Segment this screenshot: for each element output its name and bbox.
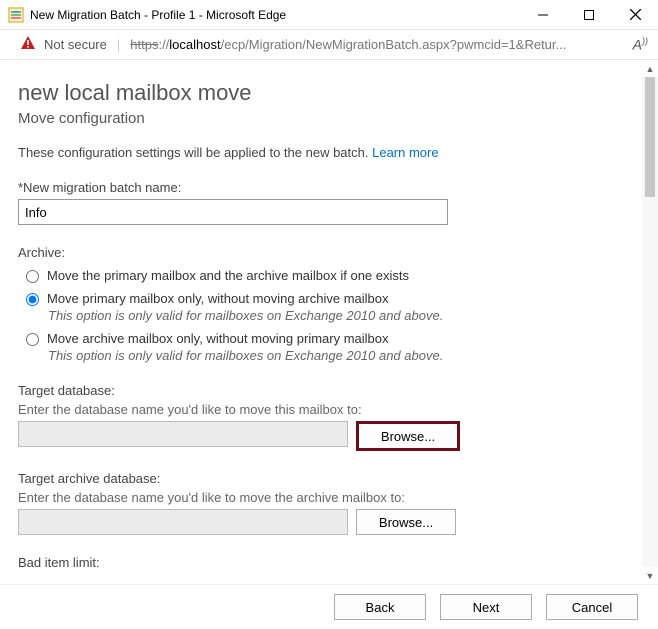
url-path: /ecp/Migration/NewMigrationBatch.aspx?pw… — [221, 37, 567, 52]
learn-more-link[interactable]: Learn more — [372, 145, 438, 160]
app-icon — [8, 7, 24, 23]
bad-item-section: Bad item limit: — [18, 555, 632, 570]
batch-name-section: *New migration batch name: — [18, 180, 632, 225]
archive-radio[interactable] — [26, 270, 39, 283]
archive-option-hint: This option is only valid for mailboxes … — [48, 308, 632, 323]
archive-section: Archive: Move the primary mailbox and th… — [18, 245, 632, 363]
back-button[interactable]: Back — [334, 594, 426, 620]
archive-option-label: Move the primary mailbox and the archive… — [47, 268, 409, 283]
window-controls — [520, 0, 658, 29]
batch-name-input[interactable] — [18, 199, 448, 225]
wizard-footer: Back Next Cancel — [0, 584, 658, 629]
window-titlebar: New Migration Batch - Profile 1 - Micros… — [0, 0, 658, 30]
target-archive-db-help: Enter the database name you'd like to mo… — [18, 490, 632, 505]
maximize-button[interactable] — [566, 0, 612, 29]
scroll-track[interactable] — [642, 77, 658, 567]
batch-name-label: *New migration batch name: — [18, 180, 632, 195]
archive-option-label: Move archive mailbox only, without movin… — [47, 331, 389, 346]
archive-option-label: Move primary mailbox only, without movin… — [47, 291, 389, 306]
scroll-down-icon[interactable]: ▼ — [642, 567, 658, 584]
target-archive-db-label: Target archive database: — [18, 471, 632, 486]
url-host: localhost — [169, 37, 220, 52]
next-button[interactable]: Next — [440, 594, 532, 620]
scroll-up-icon[interactable]: ▲ — [642, 60, 658, 77]
archive-option-hint: This option is only valid for mailboxes … — [48, 348, 632, 363]
read-aloud-icon[interactable]: A)) — [633, 36, 648, 53]
page-heading: new local mailbox move — [18, 80, 632, 106]
archive-option: Move primary mailbox only, without movin… — [26, 291, 632, 306]
cancel-button[interactable]: Cancel — [546, 594, 638, 620]
target-archive-db-input[interactable] — [18, 509, 348, 535]
address-bar: Not secure | https://localhost/ecp/Migra… — [0, 30, 658, 60]
archive-option: Move the primary mailbox and the archive… — [26, 268, 632, 283]
url-scheme: https — [130, 37, 158, 52]
bad-item-label: Bad item limit: — [18, 555, 632, 570]
window-title: New Migration Batch - Profile 1 - Micros… — [30, 8, 520, 22]
minimize-button[interactable] — [520, 0, 566, 29]
target-db-label: Target database: — [18, 383, 632, 398]
page-subheading: Move configuration — [18, 110, 632, 127]
archive-radio[interactable] — [26, 333, 39, 346]
target-archive-db-section: Target archive database: Enter the datab… — [18, 471, 632, 535]
url-text[interactable]: https://localhost/ecp/Migration/NewMigra… — [130, 37, 624, 52]
close-button[interactable] — [612, 0, 658, 29]
target-archive-db-browse-button[interactable]: Browse... — [356, 509, 456, 535]
scroll-thumb[interactable] — [645, 77, 655, 197]
target-db-browse-button[interactable]: Browse... — [356, 421, 460, 451]
page-description: These configuration settings will be app… — [18, 145, 632, 160]
archive-radio[interactable] — [26, 293, 39, 306]
not-secure-icon — [20, 35, 36, 54]
target-db-input[interactable] — [18, 421, 348, 447]
not-secure-label[interactable]: Not secure — [44, 37, 107, 52]
addressbar-separator: | — [117, 37, 120, 52]
archive-option: Move archive mailbox only, without movin… — [26, 331, 632, 346]
target-db-section: Target database: Enter the database name… — [18, 383, 632, 451]
vertical-scrollbar[interactable]: ▲ ▼ — [642, 60, 658, 584]
target-db-help: Enter the database name you'd like to mo… — [18, 402, 632, 417]
archive-legend: Archive: — [18, 245, 632, 260]
content-area: new local mailbox move Move configuratio… — [0, 60, 658, 584]
